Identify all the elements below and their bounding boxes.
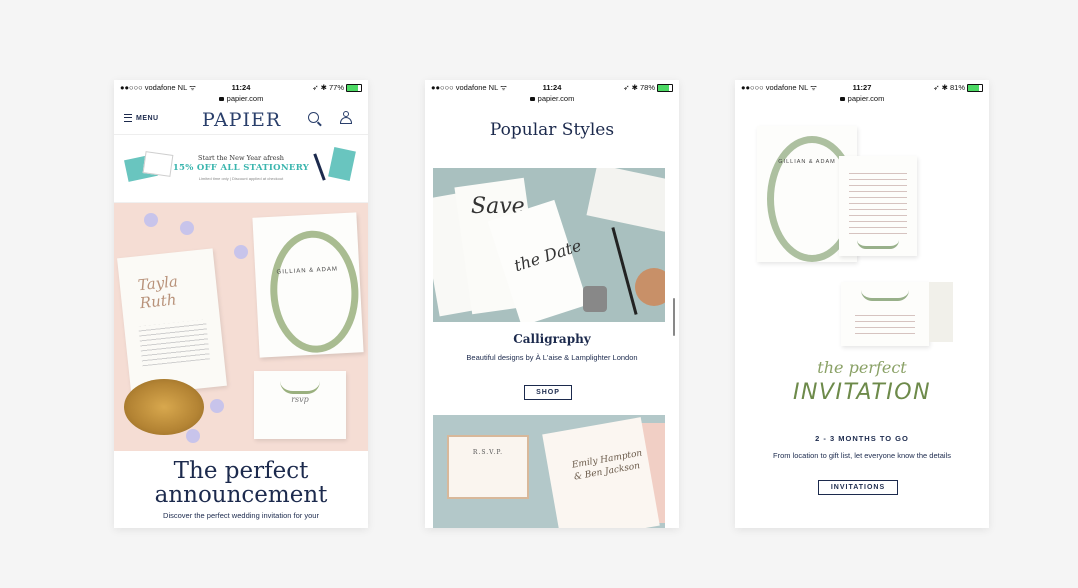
rsvp-card-text: R.S.V.P.: [472, 449, 504, 456]
gold-dish: [124, 379, 204, 435]
flower-decoration: [186, 429, 200, 443]
rsvp-card: [841, 282, 929, 346]
invitation-card-calligraphy: Tayla Ruth: [117, 248, 227, 396]
script-heading: the perfect: [817, 358, 907, 377]
papier-logo[interactable]: PAPIER: [202, 109, 281, 131]
shop-button[interactable]: SHOP: [524, 385, 572, 400]
timeline-label: 2 - 3 MONTHS TO GO: [815, 434, 909, 443]
next-style-image[interactable]: R.S.V.P. Emily Hampton & Ben Jackson: [433, 415, 665, 528]
account-icon[interactable]: [340, 111, 352, 125]
url-bar[interactable]: papier.com: [735, 94, 989, 105]
hero-image[interactable]: Tayla Ruth GILLIAN & ADAM rsvp: [114, 203, 368, 451]
rsvp-script: rsvp: [291, 395, 309, 404]
url-text: papier.com: [537, 94, 575, 103]
status-bar: ●●○○○ vodafone NL ᯤ 11:24 ➶ ✱ 78%: [425, 80, 679, 94]
site-header: MENU PAPIER: [114, 105, 368, 135]
style-title: Calligraphy: [513, 332, 591, 346]
hero-subtitle: Discover the perfect wedding invitation …: [163, 511, 319, 520]
calligraphy-image[interactable]: Save the Date: [433, 168, 665, 322]
card-script: Tayla Ruth: [137, 272, 179, 313]
section-title: Popular Styles: [489, 120, 615, 140]
search-icon[interactable]: [308, 112, 319, 123]
hamburger-icon: [124, 114, 132, 122]
battery-percent: ➶ ✱ 77%: [312, 83, 344, 92]
url-bar[interactable]: papier.com: [425, 94, 679, 105]
invitation-card-wreath: GILLIAN & ADAM: [252, 212, 364, 358]
style-description: Beautiful designs by À L'aise & Lampligh…: [466, 353, 638, 362]
lock-icon: [839, 97, 845, 101]
status-right: ➶ ✱ 78%: [623, 83, 673, 92]
flower-decoration: [210, 399, 224, 413]
lock-icon: [529, 97, 535, 101]
battery-icon: [967, 83, 983, 92]
promo-headline: Start the New Year afresh: [198, 154, 284, 162]
invitation-details-card: [839, 156, 917, 256]
invitation-heading: INVITATION: [792, 380, 932, 405]
scrollbar[interactable]: [673, 298, 675, 336]
battery-percent: ➶ ✱ 78%: [623, 83, 655, 92]
phone-screen-home: ●●○○○ vodafone NL ᯤ 11:24 ➶ ✱ 77% papier…: [114, 80, 368, 528]
menu-button[interactable]: MENU: [124, 114, 159, 122]
battery-percent: ➶ ✱ 81%: [933, 83, 965, 92]
promo-banner[interactable]: Start the New Year afresh 15% OFF ALL ST…: [114, 135, 368, 203]
url-text: papier.com: [226, 94, 264, 103]
envelope-illustration: [929, 282, 953, 342]
flower-decoration: [144, 213, 158, 227]
url-text: papier.com: [847, 94, 885, 103]
lock-icon: [218, 97, 224, 101]
battery-icon: [346, 83, 362, 92]
invitations-button[interactable]: INVITATIONS: [818, 480, 898, 495]
flower-decoration: [234, 245, 248, 259]
rsvp-card: rsvp: [254, 371, 346, 439]
menu-label: MENU: [136, 114, 159, 122]
status-bar: ●●○○○ vodafone NL ᯤ 11:24 ➶ ✱ 77%: [114, 80, 368, 94]
phone-screen-popular-styles: ●●○○○ vodafone NL ᯤ 11:24 ➶ ✱ 78% papier…: [425, 80, 679, 528]
phone-screen-invitation: ●●○○○ vodafone NL ᯤ 11:27 ➶ ✱ 81% papier…: [735, 80, 989, 528]
status-right: ➶ ✱ 77%: [312, 83, 362, 92]
status-bar: ●●○○○ vodafone NL ᯤ 11:27 ➶ ✱ 81%: [735, 80, 989, 94]
flower-decoration: [180, 221, 194, 235]
hero-title: The perfect announcement: [114, 459, 368, 507]
hero-title-line1: The perfect: [173, 458, 309, 484]
url-bar[interactable]: papier.com: [114, 94, 368, 105]
hero-title-line2: announcement: [154, 482, 328, 508]
status-right: ➶ ✱ 81%: [933, 83, 983, 92]
invitation-script: Emily Hampton & Ben Jackson: [571, 448, 644, 483]
battery-icon: [657, 83, 673, 92]
timeline-description: From location to gift list, let everyone…: [772, 451, 951, 460]
